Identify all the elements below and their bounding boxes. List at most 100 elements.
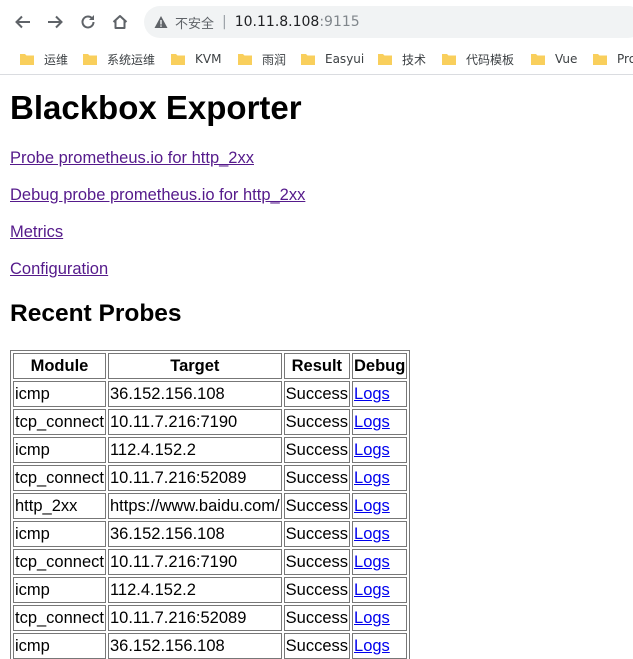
url-host: 10.11.8.108 [234,14,320,30]
folder-icon [442,54,456,65]
logs-link[interactable]: Logs [354,553,390,571]
cell-result: Success [283,409,351,435]
logs-link[interactable]: Logs [354,441,390,459]
browser-toolbar: 不安全 | 10.11.8.108:9115 [0,0,633,44]
cell-target: https://www.baidu.com/ [107,493,282,519]
bookmark-label: 运维 [44,52,69,67]
cell-debug: Logs [352,633,408,659]
cell-result: Success [283,577,351,603]
folder-icon [83,54,97,65]
cell-module: tcp_connect [13,605,106,631]
metrics-link[interactable]: Metrics [10,223,63,242]
folder-icon [593,54,607,65]
forward-arrow-icon [48,15,63,29]
cell-target: 10.11.7.216:7190 [107,409,282,435]
folder-icon [171,54,185,65]
logs-link[interactable]: Logs [354,385,390,403]
security-status[interactable]: 不安全 [175,13,214,32]
cell-result: Success [283,465,351,491]
forward-button[interactable] [41,8,69,36]
cell-result: Success [283,381,351,407]
cell-debug: Logs [352,381,408,407]
cell-result: Success [283,605,351,631]
address-bar[interactable]: 不安全 | 10.11.8.108:9115 [144,6,633,38]
bookmark-label: 系统运维 [107,52,156,67]
table-row: icmp 112.4.152.2 Success Logs [13,577,408,603]
table-row: tcp_connect 10.11.7.216:52089 Success Logs [13,465,408,491]
logs-link[interactable]: Logs [354,469,390,487]
cell-result: Success [283,549,351,575]
reload-icon [81,15,95,29]
cell-debug: Logs [352,465,408,491]
cell-target: 112.4.152.2 [107,437,282,463]
bookmark-folder[interactable]: 代码模板 [442,50,514,68]
home-button[interactable] [106,8,134,36]
debug-probe-link[interactable]: Debug probe prometheus.io for http_2xx [10,186,305,205]
cell-result: Success [283,633,351,659]
cell-target: 36.152.156.108 [107,521,282,547]
bookmark-label: Pro [617,52,633,66]
cell-module: icmp [13,521,106,547]
bookmark-label: 雨润 [262,52,287,67]
logs-link[interactable]: Logs [354,413,390,431]
folder-icon [378,54,392,65]
folder-icon [531,54,545,65]
cell-target: 36.152.156.108 [107,633,282,659]
table-row: http_2xx https://www.baidu.com/Success Log… [13,493,408,519]
logs-link[interactable]: Logs [354,609,390,627]
bookmark-label: KVM [195,52,222,66]
table-row: icmp 36.152.156.108 Success Logs [13,521,408,547]
bookmarks-bar: 运维 系统运维 KVM 雨润 Easyui 技术 代码模板 Vue Pro [0,44,633,75]
cell-module: tcp_connect [13,465,106,491]
bookmark-folder[interactable]: 运维 [20,50,68,68]
cell-debug: Logs [352,409,408,435]
recent-probes-heading: Recent Probes [10,300,182,327]
logs-link[interactable]: Logs [354,637,390,655]
logs-link[interactable]: Logs [354,581,390,599]
back-button[interactable] [9,8,37,36]
cell-debug: Logs [352,605,408,631]
warning-triangle-icon [154,16,168,28]
folder-icon [238,54,252,65]
bookmark-folder[interactable]: Pro [593,50,633,68]
cell-module: icmp [13,381,106,407]
cell-debug: Logs [352,521,408,547]
table-header-row: Module Target Result Debug [13,353,408,379]
cell-debug: Logs [352,437,408,463]
cell-result: Success [283,521,351,547]
bookmark-folder[interactable]: KVM [171,50,221,68]
table-row: icmp 36.152.156.108 Success Logs [13,633,408,659]
configuration-link[interactable]: Configuration [10,260,108,279]
reload-button[interactable] [74,8,102,36]
cell-target: 10.11.7.216:52089 [107,465,282,491]
page-content: Blackbox Exporter Probe prometheus.io fo… [0,75,633,659]
bookmark-folder[interactable]: Easyui [301,50,364,68]
recent-probes-table: Module Target Result Debug icmp 36.152.15… [10,350,411,659]
cell-module: icmp [13,437,106,463]
folder-icon [301,54,315,65]
table-row: tcp_connect 10.11.7.216:7190 Success Logs [13,409,408,435]
column-header-debug: Debug [352,353,408,379]
cell-result: Success [283,493,351,519]
cell-module: icmp [13,577,106,603]
cell-debug: Logs [352,577,408,603]
address-separator: | [222,14,227,30]
cell-target: 10.11.7.216:7190 [107,549,282,575]
cell-module: http_2xx [13,493,106,519]
bookmark-folder[interactable]: 系统运维 [83,50,155,68]
bookmark-folder[interactable]: 技术 [378,50,426,68]
table-row: icmp 112.4.152.2 Success Logs [13,437,408,463]
logs-link[interactable]: Logs [354,497,390,515]
bookmark-label: Easyui [325,52,365,66]
cell-target: 36.152.156.108 [107,381,282,407]
bookmark-folder[interactable]: 雨润 [238,50,286,68]
cell-debug: Logs [352,493,408,519]
logs-link[interactable]: Logs [354,525,390,543]
url-port: :9115 [319,14,360,30]
bookmark-folder[interactable]: Vue [531,50,577,68]
probe-link[interactable]: Probe prometheus.io for http_2xx [10,149,254,168]
column-header-module: Module [13,353,106,379]
cell-module: tcp_connect [13,409,106,435]
table-row: icmp 36.152.156.108 Success Logs [13,381,408,407]
cell-target: 112.4.152.2 [107,577,282,603]
